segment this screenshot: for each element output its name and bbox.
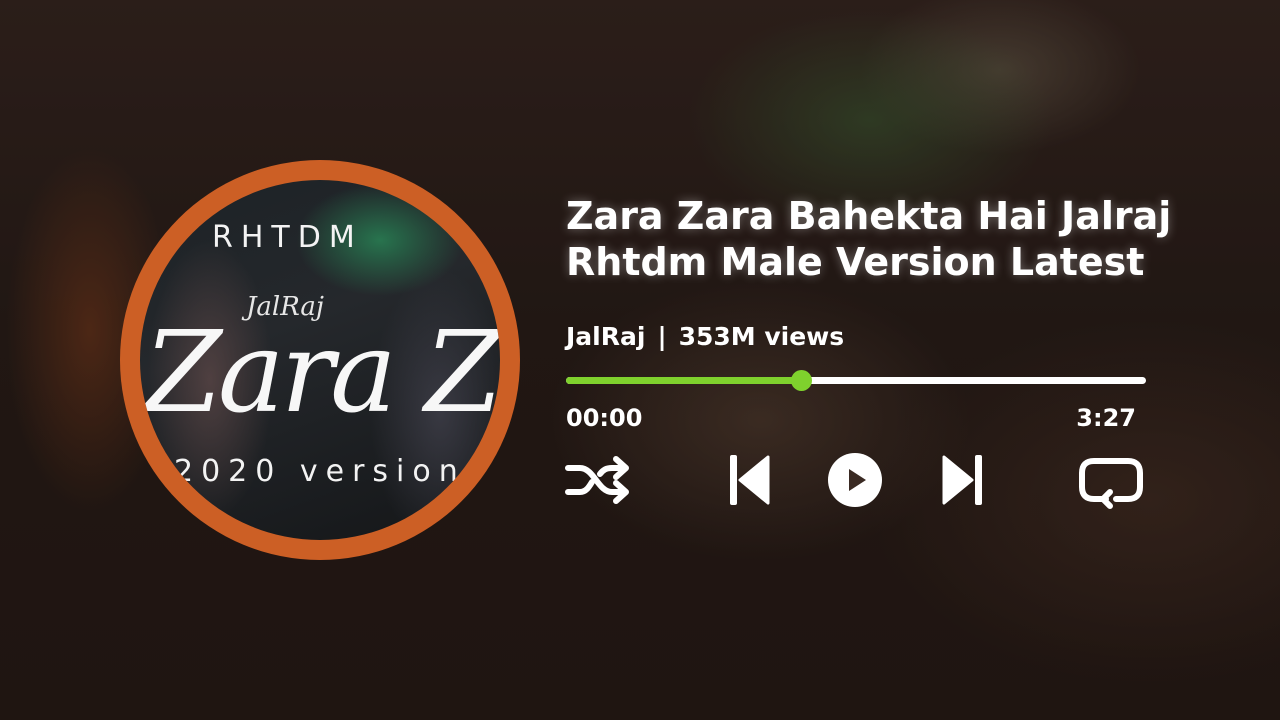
artist-name[interactable]: JalRaj [566, 322, 645, 351]
track-title: Zara Zara Bahekta Hai Jalraj Rhtdm Male … [566, 194, 1172, 284]
previous-button[interactable] [720, 450, 776, 510]
meta-separator: | [657, 322, 667, 351]
album-art-bottom-text: 2020 version [174, 454, 466, 489]
repeat-icon [1079, 458, 1143, 509]
shuffle-icon [565, 456, 629, 504]
view-count: 353M views [678, 322, 845, 351]
current-time: 00:00 [566, 404, 643, 432]
skip-previous-icon [730, 455, 770, 505]
progress-knob[interactable] [790, 370, 812, 391]
play-icon [828, 453, 882, 507]
track-meta: JalRaj | 353M views [566, 322, 844, 351]
album-art-title-script: Zara Zara [144, 308, 500, 438]
total-time: 3:27 [1076, 404, 1136, 432]
album-art: RHTDM JalRaj Zara Zara 2020 version [140, 180, 500, 540]
album-art-top-text: RHTDM [212, 220, 363, 255]
shuffle-button[interactable] [563, 450, 633, 510]
skip-next-icon [942, 455, 982, 505]
album-art-ring: RHTDM JalRaj Zara Zara 2020 version [120, 160, 520, 560]
play-button[interactable] [824, 450, 886, 510]
repeat-button[interactable] [1074, 450, 1148, 510]
next-button[interactable] [936, 450, 992, 510]
progress-fill [566, 377, 801, 384]
progress-bar[interactable] [566, 370, 1146, 391]
